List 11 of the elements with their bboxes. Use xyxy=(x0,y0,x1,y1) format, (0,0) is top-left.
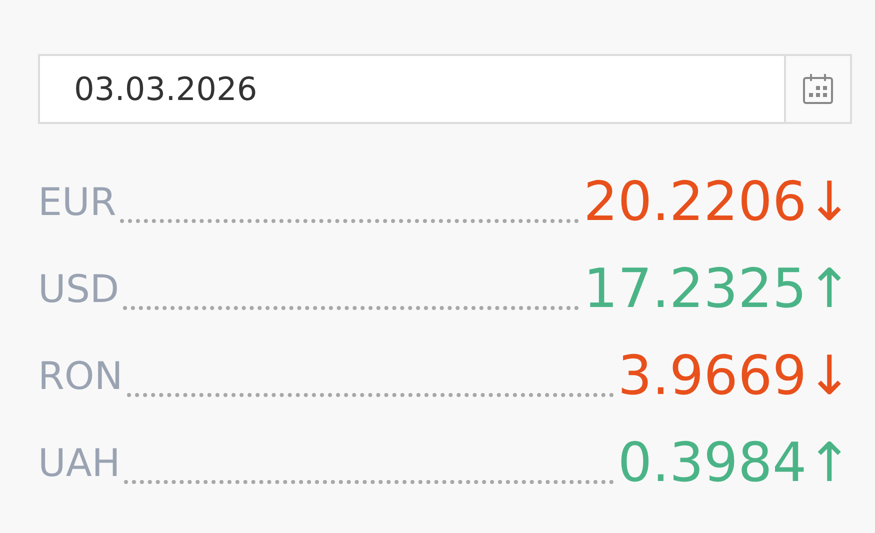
exchange-rate: 17.2325↑ xyxy=(583,262,852,322)
currency-code: UAH xyxy=(38,444,120,487)
currency-code: USD xyxy=(38,270,120,313)
date-field[interactable]: 03.03.2026 xyxy=(38,54,784,124)
exchange-rate: 0.3984↑ xyxy=(618,436,852,496)
calendar-icon xyxy=(801,72,835,106)
exchange-rate: 20.2206↓ xyxy=(583,175,852,235)
calendar-button[interactable] xyxy=(784,54,852,124)
currency-code: EUR xyxy=(38,183,116,226)
exchange-rate: 3.9669↓ xyxy=(618,349,852,409)
currency-code: RON xyxy=(38,357,123,400)
